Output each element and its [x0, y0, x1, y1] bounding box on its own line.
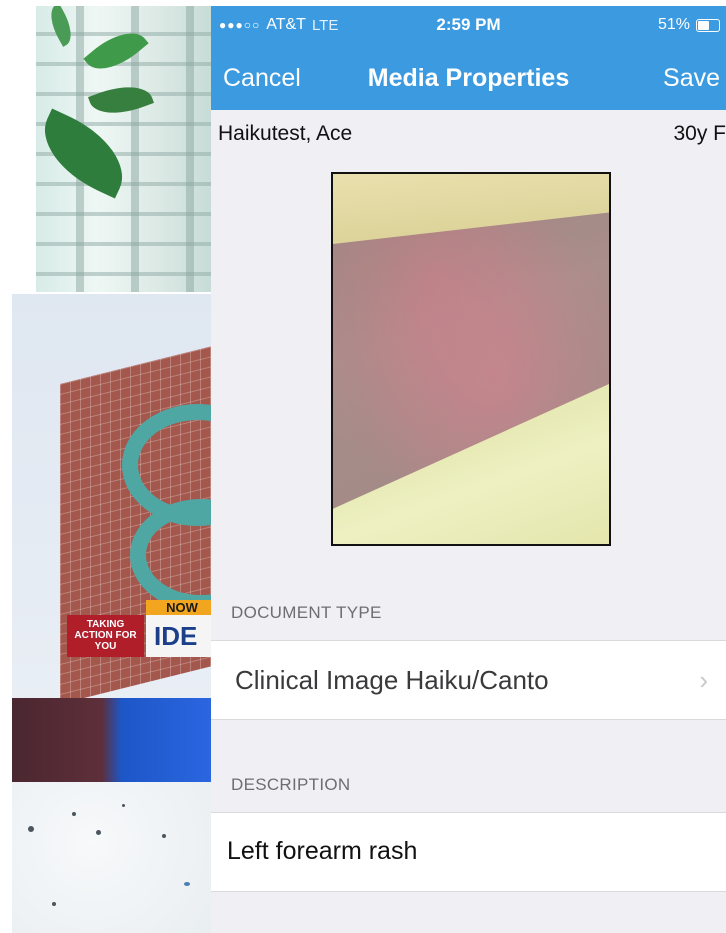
patient-banner: Haikutest, Ace 30y F: [211, 110, 726, 160]
phone-screen: ●●●○○ AT&T LTE 2:59 PM 51% Cancel Media …: [211, 6, 726, 933]
lattice-post: [186, 6, 194, 292]
building-news-photo: NOW TAKING ACTION FOR YOU IDE: [12, 294, 211, 698]
speck: [28, 826, 34, 832]
speck: [96, 830, 101, 835]
chevron-right-icon: ›: [699, 665, 708, 695]
news-id-banner: IDE: [146, 615, 211, 657]
leaf: [36, 108, 139, 199]
description-cell[interactable]: Left forearm rash: [211, 812, 726, 892]
navigation-bar: Cancel Media Properties Save: [211, 42, 726, 110]
plant-photo: [36, 6, 211, 292]
description-header: DESCRIPTION: [231, 775, 351, 794]
status-bar: ●●●○○ AT&T LTE 2:59 PM 51%: [211, 6, 726, 42]
speck: [184, 882, 190, 886]
patient-name: Haikutest, Ace: [218, 122, 353, 145]
document-type-cell[interactable]: Clinical Image Haiku/Canto ›: [211, 640, 726, 720]
speck: [52, 902, 56, 906]
document-type-value: Clinical Image Haiku/Canto: [235, 665, 549, 695]
clinical-image-thumbnail[interactable]: [331, 172, 611, 546]
image-surface-bottom: [333, 384, 609, 544]
page-title: Media Properties: [367, 64, 570, 92]
kids-photo: [12, 698, 211, 782]
battery-icon: [696, 18, 720, 32]
news-taking-action-banner: TAKING ACTION FOR YOU: [67, 615, 144, 657]
app-header: ●●●○○ AT&T LTE 2:59 PM 51% Cancel Media …: [211, 6, 726, 110]
leaf: [88, 76, 154, 124]
leaf: [43, 6, 79, 47]
background-collage: NOW TAKING ACTION FOR YOU IDE: [0, 0, 211, 933]
save-button[interactable]: Save: [663, 64, 720, 93]
speck: [162, 834, 166, 838]
paper-photo: [12, 782, 211, 933]
speck: [72, 812, 76, 816]
news-now-banner: NOW: [146, 600, 211, 616]
status-right: 51%: [658, 16, 720, 34]
speck: [122, 804, 125, 807]
status-time: 2:59 PM: [436, 15, 501, 34]
patient-age-sex: 30y F: [673, 122, 726, 145]
image-surface-top: [333, 174, 609, 244]
battery-percent: 51%: [657, 16, 690, 33]
description-value: Left forearm rash: [227, 837, 418, 865]
document-type-header: DOCUMENT TYPE: [231, 603, 382, 622]
